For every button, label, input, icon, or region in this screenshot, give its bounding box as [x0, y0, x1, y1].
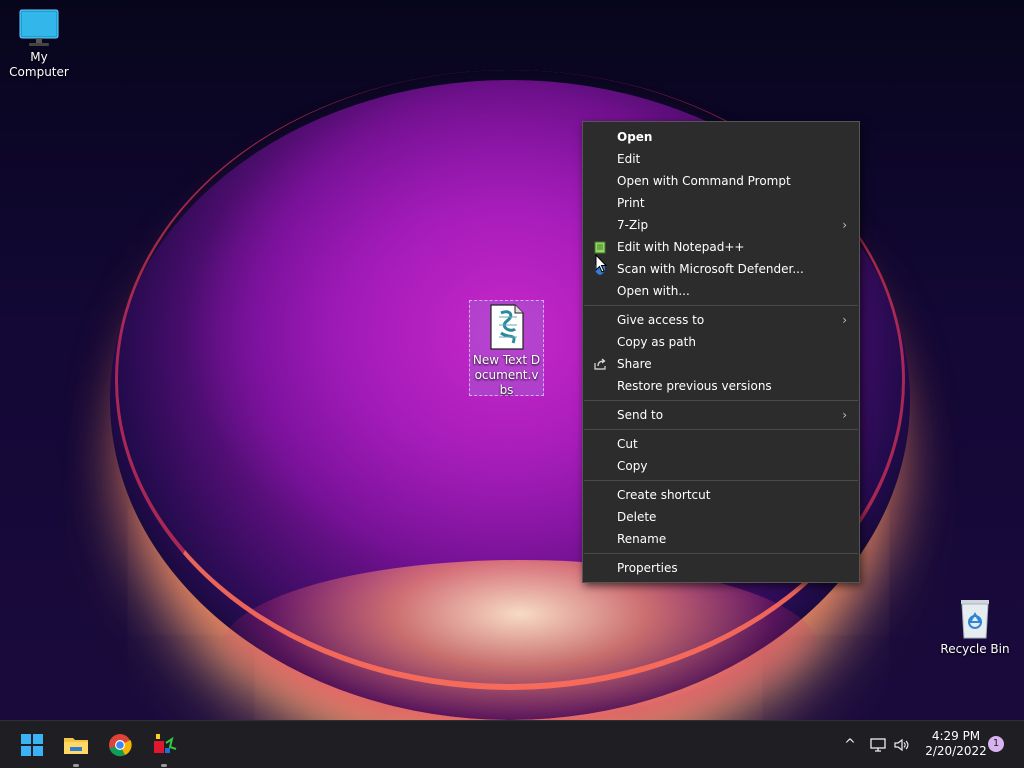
menu-item-edit-with-notepad-plus-plus[interactable]: Edit with Notepad++: [583, 236, 859, 258]
share-icon: [594, 358, 606, 370]
menu-item-open[interactable]: Open: [583, 126, 859, 148]
show-hidden-icons-chevron[interactable]: ^: [841, 736, 859, 754]
desktop-icon-label: Recycle Bin: [940, 642, 1010, 656]
desktop-icon-label: New Text Document.vbs: [472, 353, 541, 397]
mouse-cursor-icon: [595, 254, 607, 273]
desktop-icon-my-computer[interactable]: My Computer: [0, 8, 78, 80]
monitor-icon: [19, 9, 59, 46]
menu-item-delete[interactable]: Delete: [583, 506, 859, 528]
menu-item-share[interactable]: Share: [583, 353, 859, 375]
chrome-icon: [109, 734, 132, 757]
menu-item-cut[interactable]: Cut: [583, 433, 859, 455]
menu-item-send-to[interactable]: Send to ›: [583, 404, 859, 426]
clock-time: 4:29 PM: [931, 729, 981, 743]
clock-date: 2/20/2022: [925, 744, 987, 758]
menu-item-open-with[interactable]: Open with...: [583, 280, 859, 302]
volume-icon[interactable]: [893, 736, 911, 754]
menu-item-properties[interactable]: Properties: [583, 557, 859, 579]
menu-item-7zip[interactable]: 7-Zip ›: [583, 214, 859, 236]
menu-item-print[interactable]: Print: [583, 192, 859, 214]
taskbar-app[interactable]: [148, 729, 180, 767]
recycle-bin-icon: [961, 600, 989, 639]
desktop-icon-label: My Computer: [9, 50, 69, 79]
folder-icon: [64, 738, 88, 754]
windows-logo-icon: [21, 734, 43, 756]
network-icon[interactable]: [869, 736, 887, 754]
taskbar-chrome[interactable]: [104, 729, 136, 761]
running-indicator: [161, 764, 167, 767]
menu-separator: [584, 553, 858, 554]
start-button[interactable]: [16, 729, 48, 761]
menu-item-open-with-command-prompt[interactable]: Open with Command Prompt: [583, 170, 859, 192]
vbs-script-icon: [489, 304, 524, 350]
desktop-icon-recycle-bin[interactable]: Recycle Bin: [940, 596, 1010, 657]
menu-item-edit[interactable]: Edit: [583, 148, 859, 170]
context-menu: Open Edit Open with Command Prompt Print…: [582, 121, 860, 583]
menu-item-scan-with-defender[interactable]: Scan with Microsoft Defender...: [583, 258, 859, 280]
menu-item-copy-as-path[interactable]: Copy as path: [583, 331, 859, 353]
chevron-right-icon: ›: [842, 408, 847, 422]
colorful-app-icon: [154, 734, 177, 753]
menu-item-restore-previous-versions[interactable]: Restore previous versions: [583, 375, 859, 397]
system-clock[interactable]: 4:29 PM 2/20/2022: [918, 729, 994, 759]
taskbar: ^ 4:29 PM 2/20/2022: [0, 720, 1024, 768]
chevron-right-icon: ›: [842, 218, 847, 232]
menu-item-rename[interactable]: Rename: [583, 528, 859, 550]
notification-badge[interactable]: 1: [988, 736, 1004, 752]
chevron-right-icon: ›: [842, 313, 847, 327]
menu-item-create-shortcut[interactable]: Create shortcut: [583, 484, 859, 506]
taskbar-file-explorer[interactable]: [60, 729, 92, 767]
menu-separator: [584, 429, 858, 430]
running-indicator: [73, 764, 79, 767]
menu-item-copy[interactable]: Copy: [583, 455, 859, 477]
notepad-plus-plus-icon: [594, 241, 606, 254]
menu-separator: [584, 480, 858, 481]
desktop-icon-vbs-file[interactable]: New Text Document.vbs: [469, 300, 544, 397]
menu-separator: [584, 400, 858, 401]
menu-separator: [584, 305, 858, 306]
menu-item-give-access-to[interactable]: Give access to ›: [583, 309, 859, 331]
